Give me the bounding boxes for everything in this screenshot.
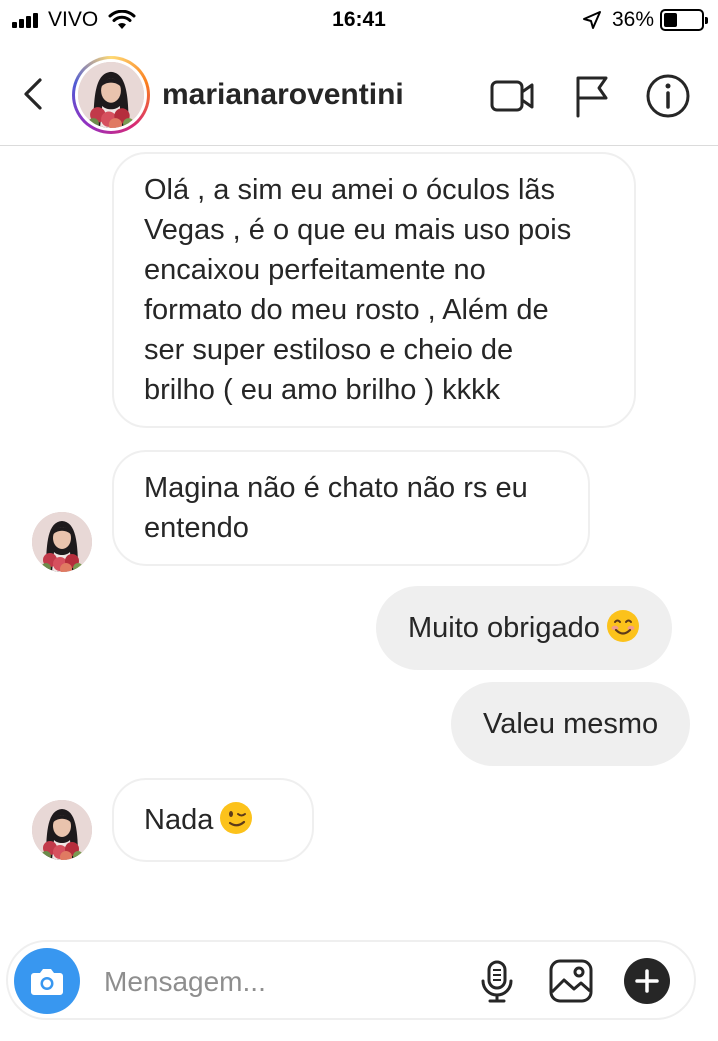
battery-icon [660,9,708,31]
microphone-icon[interactable] [472,956,522,1006]
sender-avatar[interactable] [32,800,92,860]
add-icon[interactable] [622,956,672,1006]
info-icon[interactable] [644,72,692,120]
battery-percent: 36% [611,8,654,31]
message-bubble-received[interactable]: Nada [112,778,314,862]
message-line: brilho ( eu amo brilho ) kkkk [144,374,501,406]
message-input[interactable] [104,962,454,1002]
message-bubble-received[interactable]: Olá , a sim eu amei o óculos lãs Vegas ,… [112,152,636,428]
message-bubble-sent[interactable]: Muito obrigado [376,586,672,670]
battery-tip [705,17,708,24]
sender-avatar[interactable] [32,512,92,572]
message-bubble-sent[interactable]: Valeu mesmo [451,682,691,766]
smiling-face-emoji-icon [606,609,640,643]
chat-username[interactable]: marianaroventini [162,78,404,112]
message-text: Muito obrigado [408,612,600,644]
message-text: Valeu mesmo [483,708,659,740]
back-chevron-icon[interactable] [18,76,50,112]
status-bar: VIVO 16:41 36% [0,0,718,40]
flag-icon[interactable] [568,72,616,120]
message-line: ser super estiloso e cheio de [144,334,514,366]
message-line: formato do meu rosto , Além de [144,294,549,326]
message-bubble-received[interactable]: Magina não é chato não rs eu entendo [112,450,590,566]
battery-level [664,13,677,27]
message-line: Olá , a sim eu amei o óculos lãs [144,174,556,206]
video-call-icon[interactable] [488,72,536,120]
message-line: Vegas , é o que eu mais uso pois [144,214,572,246]
winking-face-emoji-icon [219,801,253,835]
header-avatar-inner [75,59,147,131]
gallery-icon[interactable] [546,956,596,1006]
camera-icon [31,969,63,995]
status-right: 36% [582,8,708,32]
message-line: Magina não é chato não rs eu [144,472,528,504]
location-arrow-icon [582,11,601,29]
avatar-image [78,62,144,128]
message-line: encaixou perfeitamente no [144,254,486,286]
header-avatar[interactable] [72,56,150,134]
camera-button[interactable] [14,948,80,1014]
chat-header: marianaroventini [0,40,718,146]
message-text: Nada [144,804,214,836]
message-composer [6,940,696,1020]
message-line: entendo [144,512,249,544]
